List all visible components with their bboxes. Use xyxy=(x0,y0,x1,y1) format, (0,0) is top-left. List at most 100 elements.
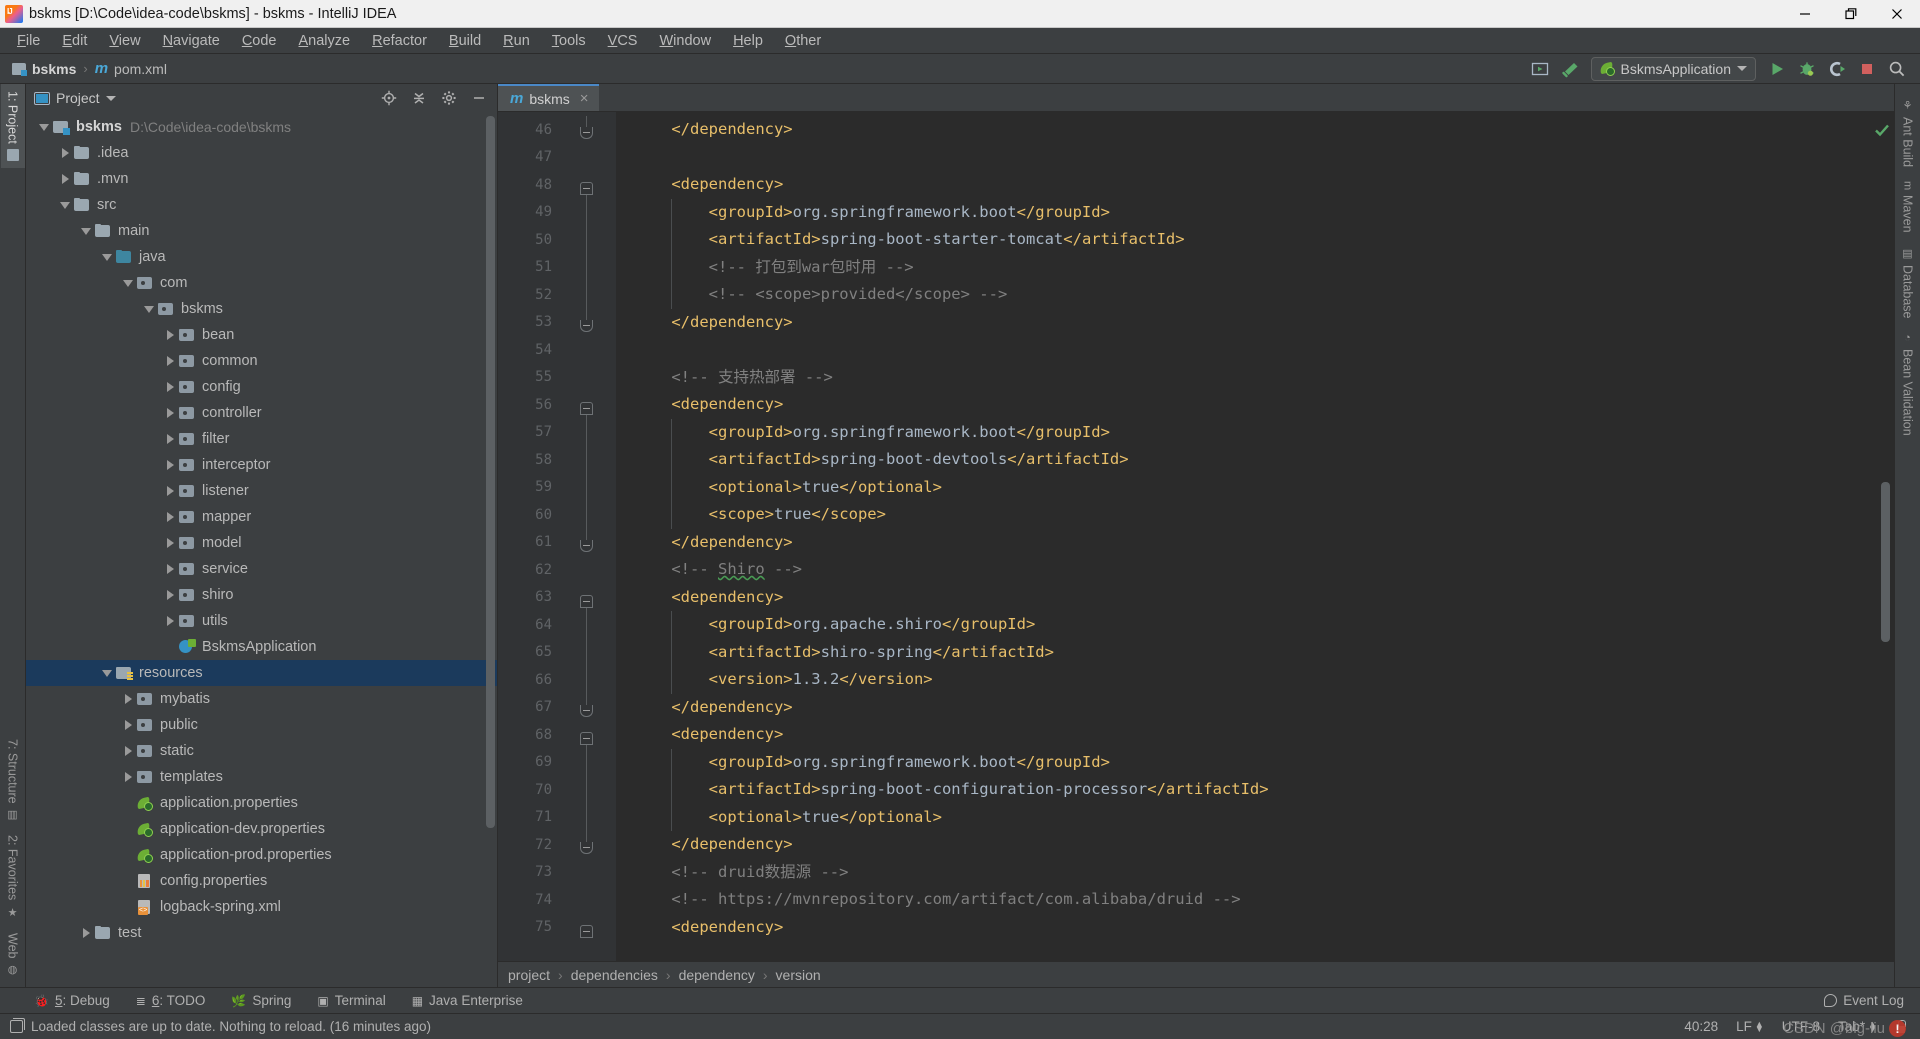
chevron-right-icon[interactable] xyxy=(120,720,136,730)
search-everywhere-icon[interactable] xyxy=(1882,56,1912,82)
fold-collapse-icon[interactable] xyxy=(580,182,593,195)
tree-node-bskms[interactable]: bskms D:\Code\idea-code\bskms xyxy=(26,114,497,140)
code-line[interactable]: <groupId>org.apache.shiro</groupId> xyxy=(616,611,1870,639)
status-message[interactable]: Loaded classes are up to date. Nothing t… xyxy=(10,1018,431,1034)
chevron-right-icon[interactable] xyxy=(162,486,178,496)
tree-node-main[interactable]: main xyxy=(26,218,497,244)
chevron-right-icon[interactable] xyxy=(57,148,73,158)
code-line[interactable]: <groupId>org.springframework.boot</group… xyxy=(616,199,1870,227)
chevron-right-icon[interactable] xyxy=(57,174,73,184)
menu-view[interactable]: View xyxy=(98,29,151,53)
menu-analyze[interactable]: Analyze xyxy=(288,29,362,53)
breadcrumb-item-dependency[interactable]: dependency xyxy=(679,967,755,983)
menu-refactor[interactable]: Refactor xyxy=(361,29,438,53)
chevron-right-icon[interactable] xyxy=(162,616,178,626)
tree-node-model[interactable]: model xyxy=(26,530,497,556)
bottom-tab-5-debug[interactable]: 🐞 5: Debug xyxy=(34,993,110,1008)
chevron-down-icon[interactable] xyxy=(120,279,136,287)
tree-node--idea[interactable]: .idea xyxy=(26,140,497,166)
line-separator-selector[interactable]: LF ▲ ▼ xyxy=(1736,1019,1764,1034)
code-line[interactable]: <!-- 支持热部署 --> xyxy=(616,364,1870,392)
tree-node-templates[interactable]: templates xyxy=(26,764,497,790)
minimize-button[interactable] xyxy=(1782,0,1828,28)
chevron-down-icon[interactable] xyxy=(105,95,116,101)
tree-node-java[interactable]: java xyxy=(26,244,497,270)
code-line[interactable]: </dependency> xyxy=(616,116,1870,144)
code-line[interactable] xyxy=(616,336,1870,364)
chevron-down-icon[interactable] xyxy=(99,669,115,677)
sidebar-item-favorites[interactable]: 2: Favorites ★ xyxy=(1,828,25,925)
tab-bskms-pom[interactable]: m bskms × xyxy=(498,84,599,111)
sidebar-item-maven[interactable]: m Maven xyxy=(1896,174,1920,240)
nav-crumb-module[interactable]: bskms xyxy=(32,61,76,77)
fold-end-icon[interactable] xyxy=(580,842,593,854)
hammer-build-icon[interactable] xyxy=(1555,56,1585,82)
run-anything-icon[interactable] xyxy=(1525,56,1555,82)
menu-vcs[interactable]: VCS xyxy=(597,29,649,53)
code-line[interactable]: <!-- Shiro --> xyxy=(616,556,1870,584)
fold-end-icon[interactable] xyxy=(580,319,593,332)
code-line[interactable]: <!-- <scope>provided</scope> --> xyxy=(616,281,1870,309)
chevron-down-icon[interactable] xyxy=(141,305,157,313)
collapse-all-icon[interactable] xyxy=(407,87,431,109)
tree-node-listener[interactable]: listener xyxy=(26,478,497,504)
code-line[interactable]: <!-- 打包到war包时用 --> xyxy=(616,254,1870,282)
project-tree[interactable]: bskms D:\Code\idea-code\bskms .idea .mvn src… xyxy=(26,112,497,987)
sidebar-item-ant-build[interactable]: ⚘ Ant Build xyxy=(1896,92,1920,174)
chevron-right-icon[interactable] xyxy=(120,694,136,704)
chevron-right-icon[interactable] xyxy=(78,928,94,938)
code-line[interactable]: <dependency> xyxy=(616,584,1870,612)
chevron-down-icon[interactable] xyxy=(99,253,115,261)
code-line[interactable]: <!-- druid数据源 --> xyxy=(616,859,1870,887)
tree-node-com[interactable]: com xyxy=(26,270,497,296)
menu-edit[interactable]: Edit xyxy=(51,29,98,53)
menu-file[interactable]: File xyxy=(6,29,51,53)
fold-collapse-icon[interactable] xyxy=(580,594,593,608)
debug-button[interactable] xyxy=(1792,56,1822,82)
fold-end-icon[interactable] xyxy=(580,704,593,717)
code-line[interactable]: <artifactId>shiro-spring</artifactId> xyxy=(616,639,1870,667)
chevron-right-icon[interactable] xyxy=(162,434,178,444)
tree-node-bskms[interactable]: bskms xyxy=(26,296,497,322)
code-line[interactable]: <dependency> xyxy=(616,721,1870,749)
close-icon[interactable]: × xyxy=(580,90,589,107)
nav-crumb-file[interactable]: pom.xml xyxy=(114,61,167,77)
tree-node-static[interactable]: static xyxy=(26,738,497,764)
chevron-right-icon[interactable] xyxy=(120,746,136,756)
chevron-right-icon[interactable] xyxy=(120,772,136,782)
bottom-tab-spring[interactable]: 🌿 Spring xyxy=(231,993,291,1008)
chevron-down-icon[interactable] xyxy=(36,123,52,131)
tree-node-mybatis[interactable]: mybatis xyxy=(26,686,497,712)
indent-selector[interactable]: Tab* ▲ ▼ xyxy=(1838,1019,1877,1034)
code-line[interactable]: <version>1.3.2</version> xyxy=(616,666,1870,694)
event-log-button[interactable]: Event Log xyxy=(1824,993,1920,1008)
code-content[interactable]: </dependency> <dependency> <groupId>org.… xyxy=(616,112,1870,961)
tree-node-resources[interactable]: resources xyxy=(26,660,497,686)
code-line[interactable]: <dependency> xyxy=(616,171,1870,199)
sidebar-item-project[interactable]: 1: Project xyxy=(0,84,25,168)
tree-node-config[interactable]: config xyxy=(26,374,497,400)
run-configuration-selector[interactable]: BskmsApplication xyxy=(1590,56,1756,81)
tree-node-utils[interactable]: utils xyxy=(26,608,497,634)
code-line[interactable]: <artifactId>spring-boot-configuration-pr… xyxy=(616,776,1870,804)
run-with-coverage-button[interactable] xyxy=(1822,56,1852,82)
code-line[interactable]: <artifactId>spring-boot-starter-tomcat</… xyxy=(616,226,1870,254)
chevron-right-icon[interactable] xyxy=(162,564,178,574)
tree-node-shiro[interactable]: shiro xyxy=(26,582,497,608)
editor-right-rail[interactable] xyxy=(1870,112,1894,961)
code-line[interactable] xyxy=(616,144,1870,172)
encoding-selector[interactable]: UTF-8 xyxy=(1782,1019,1820,1034)
run-button[interactable] xyxy=(1762,56,1792,82)
tree-node-common[interactable]: common xyxy=(26,348,497,374)
chevron-right-icon[interactable] xyxy=(162,330,178,340)
hide-panel-icon[interactable] xyxy=(467,87,491,109)
lock-icon[interactable] xyxy=(1895,1020,1906,1033)
fold-collapse-icon[interactable] xyxy=(580,924,593,938)
breadcrumb-item-project[interactable]: project xyxy=(508,967,550,983)
fold-collapse-icon[interactable] xyxy=(580,732,593,745)
menu-code[interactable]: Code xyxy=(231,29,288,53)
tree-node-interceptor[interactable]: interceptor xyxy=(26,452,497,478)
chevron-right-icon[interactable] xyxy=(162,460,178,470)
caret-position[interactable]: 40:28 xyxy=(1684,1019,1718,1034)
menu-build[interactable]: Build xyxy=(438,29,492,53)
